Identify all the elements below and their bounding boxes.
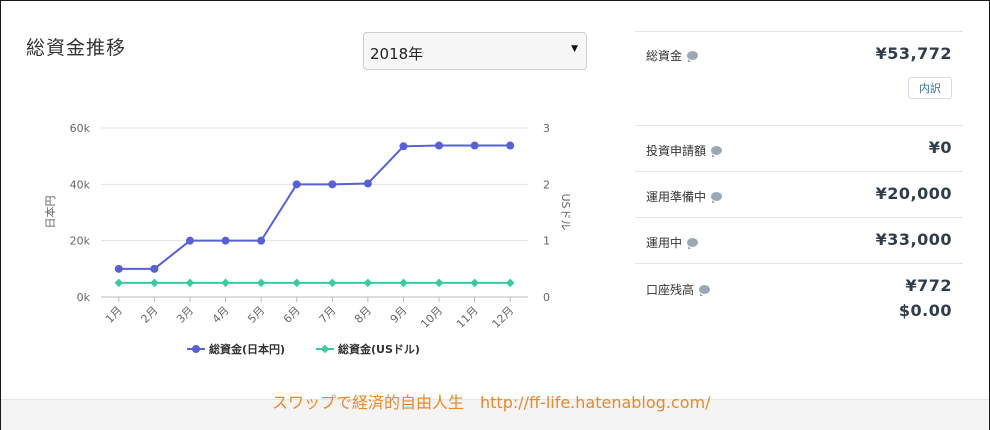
data-point <box>328 278 337 288</box>
legend-marker <box>192 345 200 353</box>
legend-label: 総資金(日本円) <box>209 342 285 356</box>
comment-icon[interactable] <box>711 192 723 203</box>
balance-value-jpy: ¥772 <box>905 276 952 295</box>
summary-row-preparing: 運用準備中 ¥20,000 <box>635 171 963 218</box>
data-point <box>399 278 408 288</box>
operating-value: ¥33,000 <box>875 230 952 249</box>
x-tick-label: 11月 <box>454 304 481 331</box>
y2-tick-label: 0 <box>543 291 550 304</box>
summary-row-operating: 運用中 ¥33,000 <box>635 217 963 264</box>
series-line <box>118 144 511 270</box>
y2-tick-label: 2 <box>543 178 550 191</box>
data-point <box>506 141 515 150</box>
x-tick-label: 1月 <box>103 304 125 326</box>
comment-icon[interactable] <box>687 51 699 62</box>
data-point <box>363 278 373 288</box>
preparing-label: 運用準備中 <box>646 190 707 204</box>
x-tick-label: 8月 <box>352 304 374 326</box>
y-tick-label: 20k <box>70 235 91 248</box>
comment-icon[interactable] <box>699 285 711 296</box>
x-tick-label: 10月 <box>418 304 445 331</box>
pending-value: ¥0 <box>928 138 952 157</box>
y-tick-label: 0k <box>77 291 91 304</box>
asset-trend-chart: 0k 20k 40k 60k 0 1 2 3 日本円 USドル 1月 2月 3月 4月 5月 6月 7月 8月 9月… <box>43 122 572 356</box>
total-label: 総資金 <box>646 49 683 63</box>
balance-label: 口座残高 <box>646 283 695 297</box>
watermark-text: スワップで経済的自由人生 http://ff-life.hatenablog.c… <box>272 393 711 412</box>
data-point <box>150 278 159 288</box>
x-tick-label: 4月 <box>210 304 232 326</box>
operating-label: 運用中 <box>646 236 683 250</box>
x-tick-label: 3月 <box>174 304 196 326</box>
data-point <box>435 141 444 150</box>
y-tick-label: 60k <box>70 122 91 135</box>
x-tick-label: 9月 <box>388 304 410 326</box>
data-point <box>257 236 266 245</box>
y-axis-label: 日本円 <box>43 196 57 229</box>
data-point <box>363 179 372 188</box>
x-tick-label: 5月 <box>245 304 267 326</box>
x-tick-label: 12月 <box>489 304 516 331</box>
total-value: ¥53,772 <box>875 44 952 63</box>
x-tick-label: 7月 <box>316 304 338 326</box>
y2-tick-label: 3 <box>543 122 550 135</box>
data-point <box>328 180 337 189</box>
x-tick-label: 6月 <box>281 304 303 326</box>
legend-label: 総資金(USドル) <box>338 342 420 356</box>
y2-tick-label: 1 <box>543 235 550 248</box>
data-point <box>470 141 479 150</box>
data-point <box>434 278 444 288</box>
data-point <box>150 264 159 273</box>
summary-row-balance: 口座残高 ¥772 $0.00 <box>635 263 963 330</box>
summary-row-pending: 投資申請額 ¥0 <box>635 125 963 172</box>
pending-label: 投資申請額 <box>646 144 707 158</box>
legend-marker <box>320 344 330 354</box>
data-point <box>114 264 123 273</box>
y-tick-label: 40k <box>70 178 91 191</box>
data-point <box>185 278 195 288</box>
data-point <box>399 142 408 151</box>
x-tick-label: 2月 <box>139 304 161 326</box>
data-point <box>292 278 301 288</box>
y2-axis-label: USドル <box>559 193 572 230</box>
preparing-value: ¥20,000 <box>875 184 952 203</box>
balance-value-usd: $0.00 <box>898 301 952 320</box>
data-point <box>221 236 230 245</box>
data-point <box>114 278 124 288</box>
data-point <box>292 180 301 189</box>
data-point <box>256 278 266 288</box>
data-point <box>470 278 479 288</box>
data-point <box>185 236 194 245</box>
data-point <box>505 278 515 288</box>
data-point <box>221 278 230 288</box>
comment-icon[interactable] <box>687 238 699 249</box>
comment-icon[interactable] <box>711 146 723 157</box>
breakdown-button[interactable]: 内訳 <box>908 77 952 99</box>
summary-panel: 総資金 ¥53,772 内訳 投資申請額 ¥0 運用準備中 ¥20,000 運用… <box>635 0 963 330</box>
summary-row-total: 総資金 ¥53,772 内訳 <box>635 31 963 126</box>
